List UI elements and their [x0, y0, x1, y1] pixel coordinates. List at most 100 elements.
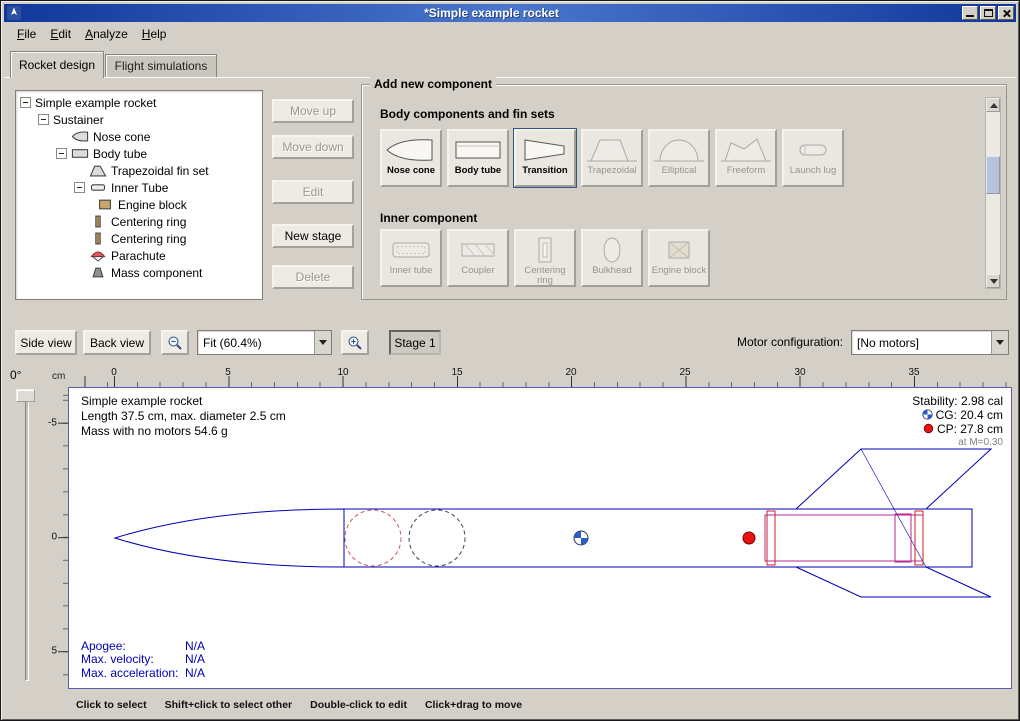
mach-label: at M=0.30 — [912, 436, 1003, 450]
tree-item-trapezoidal-fin-set[interactable]: Trapezoidal fin set — [16, 162, 262, 179]
window-icon — [7, 6, 21, 20]
component-tree[interactable]: Simple example rocket Sustainer Nose con… — [15, 90, 263, 300]
body-tube-icon — [71, 147, 89, 160]
stage-1-toggle[interactable]: Stage 1 — [389, 330, 441, 355]
minimize-button[interactable] — [962, 6, 978, 20]
arrow-down-icon — [990, 279, 998, 284]
tree-item-sustainer[interactable]: Sustainer — [16, 111, 262, 128]
centering-ring-icon — [89, 215, 107, 228]
engine-block-image — [652, 234, 706, 266]
back-view-button[interactable]: Back view — [83, 330, 151, 355]
move-down-button: Move down — [272, 135, 354, 159]
close-button[interactable] — [998, 6, 1014, 20]
fin-top-shape[interactable] — [796, 449, 991, 509]
scrollbar-thumb[interactable] — [986, 156, 1000, 194]
design-top-panel: Simple example rocket Sustainer Nose con… — [4, 77, 1016, 319]
chevron-down-icon[interactable] — [991, 331, 1008, 354]
component-panel-scrollbar[interactable] — [985, 97, 1001, 289]
mass-component-icon — [89, 266, 107, 279]
tree-item-parachute[interactable]: Parachute — [16, 247, 262, 264]
coupler-image — [451, 234, 505, 266]
side-view-button[interactable]: Side view — [15, 330, 77, 355]
tree-item-body-tube[interactable]: Body tube — [16, 145, 262, 162]
menu-edit[interactable]: Edit — [43, 25, 78, 43]
collapse-icon[interactable] — [20, 97, 31, 108]
cg-line: CG: 20.4 cm — [912, 408, 1003, 422]
elliptical-fin-image — [652, 134, 706, 166]
scroll-down-button[interactable] — [986, 274, 1000, 288]
tree-item-centering-ring-2[interactable]: Centering ring — [16, 230, 262, 247]
tree-item-rocket[interactable]: Simple example rocket — [16, 94, 262, 111]
nose-cone-icon — [71, 130, 89, 143]
view-toolbar: Side view Back view Fit (60.4%) Stage 1 … — [4, 329, 1016, 357]
rotation-slider-handle[interactable] — [16, 389, 35, 402]
chevron-down-icon[interactable] — [314, 331, 331, 354]
tree-item-nose-cone[interactable]: Nose cone — [16, 128, 262, 145]
app-window: *Simple example rocket File Edit Analyze… — [0, 0, 1020, 721]
motor-configuration-label: Motor configuration: — [737, 335, 843, 349]
inner-section-label: Inner component — [380, 211, 477, 225]
transition-image — [518, 134, 572, 166]
scroll-up-button[interactable] — [986, 98, 1000, 112]
rocket-canvas[interactable]: Simple example rocket Length 37.5 cm, ma… — [68, 387, 1012, 689]
tree-item-centering-ring-1[interactable]: Centering ring — [16, 213, 262, 230]
group-title: Add new component — [370, 77, 496, 91]
new-stage-button[interactable]: New stage — [272, 224, 354, 248]
add-freeform-fin-button: Freeform — [715, 129, 777, 187]
maximize-button[interactable] — [980, 6, 996, 20]
add-body-tube-button[interactable]: Body tube — [447, 129, 509, 187]
max-acceleration-row: Max. acceleration:N/A — [81, 667, 205, 681]
add-trapezoidal-fin-button: Trapezoidal — [581, 129, 643, 187]
menu-bar: File Edit Analyze Help — [4, 23, 1016, 44]
rotation-slider-track[interactable] — [25, 393, 29, 681]
window-title: *Simple example rocket — [21, 4, 962, 22]
add-inner-tube-button: Inner tube — [380, 229, 442, 287]
inner-component-buttons: Inner tube Coupler Centering ring Bulkhe… — [380, 229, 710, 287]
zoom-out-button[interactable] — [161, 330, 189, 355]
tree-item-engine-block[interactable]: Engine block — [16, 196, 262, 213]
tree-item-mass-component[interactable]: Mass component — [16, 264, 262, 281]
launch-lug-image — [786, 134, 840, 166]
add-bulkhead-button: Bulkhead — [581, 229, 643, 287]
apogee-row: Apogee:N/A — [81, 640, 205, 654]
centering-ring-image — [518, 234, 572, 266]
parachute-icon — [89, 249, 107, 262]
zoom-select[interactable]: Fit (60.4%) — [197, 330, 332, 355]
vertical-ruler: -5 0 5 — [48, 387, 68, 689]
collapse-icon[interactable] — [56, 148, 67, 159]
body-tube-image — [451, 134, 505, 166]
rocket-info-block: Simple example rocket Length 37.5 cm, ma… — [81, 394, 286, 439]
rocket-design-view: 0° cm 0 5 10 15 20 25 30 35 -5 0 5 — [4, 363, 1016, 696]
fin-bottom-shape[interactable] — [796, 567, 991, 597]
add-centering-ring-button: Centering ring — [514, 229, 576, 287]
menu-help[interactable]: Help — [135, 25, 174, 43]
tab-strip: Rocket design Flight simulations — [4, 46, 1016, 77]
add-nose-cone-button[interactable]: Nose cone — [380, 129, 442, 187]
maximize-icon — [984, 9, 993, 17]
max-velocity-row: Max. velocity:N/A — [81, 653, 205, 667]
engine-block-icon — [96, 198, 114, 211]
edit-button: Edit — [272, 180, 354, 204]
menu-file[interactable]: File — [10, 25, 43, 43]
tab-flight-simulations[interactable]: Flight simulations — [105, 54, 217, 77]
tree-item-inner-tube[interactable]: Inner Tube — [16, 179, 262, 196]
motor-configuration-select[interactable]: [No motors] — [851, 330, 1009, 355]
cg-marker — [574, 531, 588, 545]
titlebar[interactable]: *Simple example rocket — [4, 4, 1016, 22]
add-transition-button[interactable]: Transition — [514, 129, 576, 187]
cp-marker — [743, 532, 755, 544]
menu-analyze[interactable]: Analyze — [78, 25, 135, 43]
freeform-fin-image — [719, 134, 773, 166]
move-up-button: Move up — [272, 99, 354, 123]
zoom-in-icon — [347, 335, 363, 351]
tab-rocket-design[interactable]: Rocket design — [10, 51, 104, 78]
inner-tube-icon — [89, 181, 107, 194]
arrow-up-icon — [990, 103, 998, 108]
collapse-icon[interactable] — [38, 114, 49, 125]
nose-cone-image — [384, 134, 438, 166]
nose-cone-shape[interactable] — [115, 509, 344, 567]
collapse-icon[interactable] — [74, 182, 85, 193]
cp-icon — [923, 423, 934, 434]
zoom-in-button[interactable] — [341, 330, 369, 355]
body-component-buttons: Nose cone Body tube Transition Trapezoid… — [380, 129, 844, 187]
